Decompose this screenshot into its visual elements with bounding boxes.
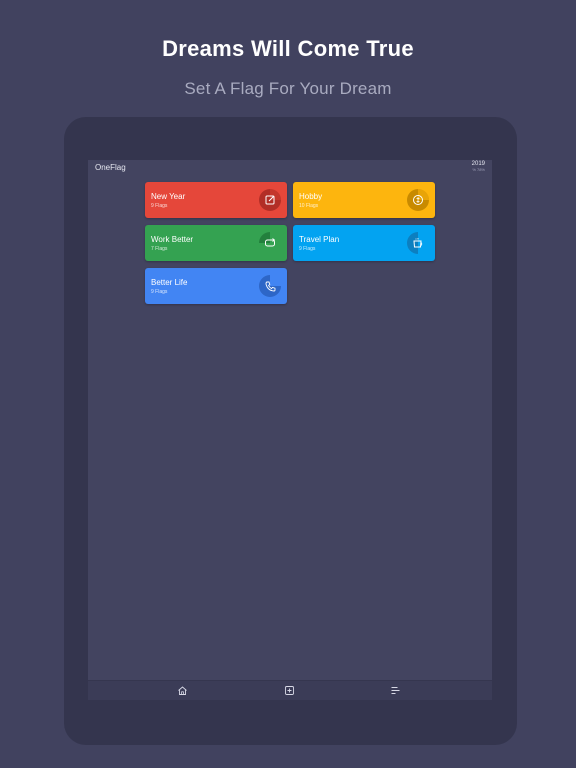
card-title: Travel Plan xyxy=(299,235,340,244)
edit-icon xyxy=(259,189,281,211)
category-card-new-year[interactable]: New Year 9 Flags xyxy=(145,182,287,218)
promo-subheadline: Set A Flag For Your Dream xyxy=(184,79,392,98)
promo-page: Dreams Will Come True Set A Flag For You… xyxy=(0,0,576,768)
money-icon xyxy=(407,189,429,211)
card-count: 9 Flags xyxy=(151,203,168,209)
repeat-icon xyxy=(259,232,276,247)
home-icon[interactable] xyxy=(177,685,188,696)
app-title: OneFlag xyxy=(95,163,126,172)
app-screen: OneFlag 2019 % 78% New Year 9 Flags Hobb… xyxy=(88,160,492,700)
add-icon[interactable] xyxy=(284,685,295,696)
promo-headline: Dreams Will Come True xyxy=(162,36,414,61)
phone-icon xyxy=(259,275,281,297)
bottom-tab-bar xyxy=(88,680,492,700)
card-count: 7 Flags xyxy=(151,246,168,252)
category-card-hobby[interactable]: Hobby 10 Flags xyxy=(293,182,435,218)
card-title: New Year xyxy=(151,192,186,201)
card-count: 9 Flags xyxy=(151,289,168,295)
card-title: Work Better xyxy=(151,235,194,244)
list-icon[interactable] xyxy=(390,685,401,696)
tablet-frame: OneFlag 2019 % 78% New Year 9 Flags Hobb… xyxy=(64,117,517,745)
card-title: Hobby xyxy=(299,192,323,201)
category-card-travel-plan[interactable]: Travel Plan 9 Flags xyxy=(293,225,435,261)
card-title: Better Life xyxy=(151,278,188,287)
coffee-icon xyxy=(407,232,423,254)
card-count: 9 Flags xyxy=(299,246,316,252)
year-progress: % 78% xyxy=(472,167,485,172)
card-count: 10 Flags xyxy=(299,203,319,209)
category-card-better-life[interactable]: Better Life 9 Flags xyxy=(145,268,287,304)
category-card-work-better[interactable]: Work Better 7 Flags xyxy=(145,225,287,261)
year-indicator[interactable]: 2019 % 78% xyxy=(472,161,485,172)
